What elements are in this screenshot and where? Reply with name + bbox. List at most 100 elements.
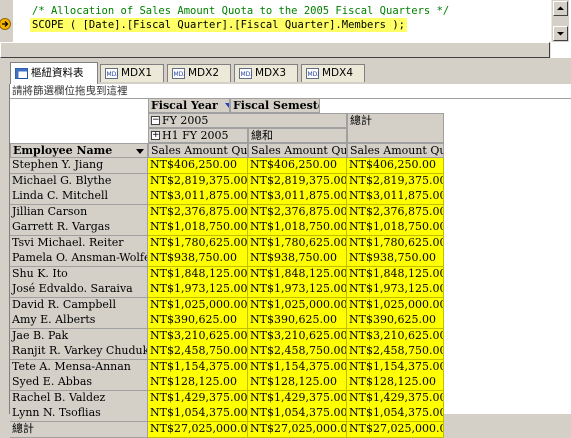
column-field-fiscal-year[interactable]: Fiscal Year (148, 98, 230, 113)
value-cell[interactable]: NT$3,210,625.00 (248, 329, 347, 345)
value-cell[interactable]: NT$2,819,375.00 (148, 174, 248, 190)
value-cell[interactable]: NT$1,780,625.00 (347, 236, 444, 252)
mdx-script-editor[interactable]: /* Allocation of Sales Amount Quota to t… (0, 0, 571, 59)
code-comment-line[interactable]: /* Allocation of Sales Amount Quota to t… (32, 4, 449, 18)
tab-mdx4[interactable]: MDX MDX4 (301, 64, 365, 82)
value-cell[interactable]: NT$128,125.00 (248, 375, 347, 391)
pivot-table: 請將篩選欄位拖曳到這裡 Fiscal Year Fiscal Semester … (9, 84, 571, 438)
employee-row-header[interactable]: Jillian Carson (10, 205, 148, 221)
value-cell[interactable]: NT$3,011,875.00 (148, 189, 248, 205)
value-cell[interactable]: NT$1,054,375.00 (148, 406, 248, 422)
value-cell[interactable]: NT$1,025,000.00 (248, 298, 347, 314)
value-cell[interactable]: NT$390,625.00 (347, 313, 444, 329)
value-cell[interactable]: NT$406,250.00 (347, 158, 444, 174)
scroll-up-button[interactable] (553, 1, 568, 16)
measure-header: Sales Amount Quota (248, 143, 347, 158)
value-cell[interactable]: NT$1,429,375.00 (347, 391, 444, 407)
dropdown-arrow-icon[interactable] (136, 149, 144, 155)
grand-total-row-header[interactable]: 總計 (10, 422, 148, 438)
employee-row-header[interactable]: Lynn N. Tsoflias (10, 406, 148, 422)
value-cell[interactable]: NT$1,054,375.00 (248, 406, 347, 422)
value-cell[interactable]: NT$1,780,625.00 (248, 236, 347, 252)
value-cell[interactable]: NT$1,154,375.00 (148, 360, 248, 376)
employee-row-header[interactable]: David R. Campbell (10, 298, 148, 314)
column-field-fiscal-semester[interactable]: Fiscal Semester (230, 98, 320, 113)
value-cell[interactable]: NT$128,125.00 (347, 375, 444, 391)
employee-row-header[interactable]: Tsvi Michael. Reiter (10, 236, 148, 252)
expand-icon[interactable]: + (151, 130, 160, 140)
value-cell[interactable]: NT$1,018,750.00 (248, 220, 347, 236)
field-label: Fiscal Year (151, 99, 218, 112)
value-cell[interactable]: NT$2,376,875.00 (347, 205, 444, 221)
employee-row-header[interactable]: Shu K. Ito (10, 267, 148, 283)
value-cell[interactable]: NT$1,973,125.00 (248, 282, 347, 298)
value-cell[interactable]: NT$1,154,375.00 (347, 360, 444, 376)
value-cell[interactable]: NT$1,848,125.00 (148, 267, 248, 283)
value-cell[interactable]: NT$1,848,125.00 (248, 267, 347, 283)
value-cell[interactable]: NT$1,848,125.00 (347, 267, 444, 283)
employee-row-header[interactable]: Tete A. Mensa-Annan (10, 360, 148, 376)
code-scope-line[interactable]: SCOPE ( [Date].[Fiscal Quarter].[Fiscal … (30, 18, 407, 32)
employee-row-header[interactable]: Amy E. Alberts (10, 313, 148, 329)
grand-total-value-cell[interactable]: NT$27,025,000.00 (148, 422, 248, 438)
value-cell[interactable]: NT$1,973,125.00 (347, 282, 444, 298)
row-field-employee-name[interactable]: Employee Name (10, 143, 148, 158)
value-cell[interactable]: NT$1,429,375.00 (148, 391, 248, 407)
value-cell[interactable]: NT$2,458,750.00 (248, 344, 347, 360)
grand-total-value-cell[interactable]: NT$27,025,000.00 (347, 422, 444, 438)
value-cell[interactable]: NT$1,018,750.00 (347, 220, 444, 236)
employee-row-header[interactable]: Garrett R. Vargas (10, 220, 148, 236)
value-cell[interactable]: NT$128,125.00 (148, 375, 248, 391)
value-cell[interactable]: NT$390,625.00 (148, 313, 248, 329)
value-cell[interactable]: NT$2,458,750.00 (347, 344, 444, 360)
value-cell[interactable]: NT$1,780,625.00 (148, 236, 248, 252)
value-cell[interactable]: NT$2,376,875.00 (148, 205, 248, 221)
filter-drop-zone[interactable]: 請將篩選欄位拖曳到這裡 (10, 84, 571, 99)
svg-text:MDX: MDX (241, 71, 253, 78)
value-cell[interactable]: NT$1,154,375.00 (248, 360, 347, 376)
employee-row-header[interactable]: Rachel B. Valdez (10, 391, 148, 407)
tab-mdx2[interactable]: MDX MDX2 (167, 64, 231, 82)
employee-row-header[interactable]: Ranjit R. Varkey Chudukatil (10, 344, 148, 360)
value-cell[interactable]: NT$2,376,875.00 (248, 205, 347, 221)
employee-row-header[interactable]: Pamela O. Ansman-Wolfe (10, 251, 148, 267)
scroll-down-button[interactable] (553, 26, 568, 41)
employee-row-header[interactable]: Syed E. Abbas (10, 375, 148, 391)
grand-total-value-cell[interactable]: NT$27,025,000.00 (248, 422, 347, 438)
value-cell[interactable]: NT$406,250.00 (248, 158, 347, 174)
employee-row-header[interactable]: Stephen Y. Jiang (10, 158, 148, 174)
value-cell[interactable]: NT$390,625.00 (248, 313, 347, 329)
value-cell[interactable]: NT$1,429,375.00 (248, 391, 347, 407)
value-cell[interactable]: NT$938,750.00 (347, 251, 444, 267)
editor-vertical-scrollbar[interactable] (551, 0, 569, 42)
tab-label: MDX4 (322, 67, 354, 79)
value-cell[interactable]: NT$3,011,875.00 (347, 189, 444, 205)
collapse-icon[interactable]: − (151, 115, 160, 125)
value-cell[interactable]: NT$3,210,625.00 (148, 329, 248, 345)
value-cell[interactable]: NT$2,458,750.00 (148, 344, 248, 360)
value-cell[interactable]: NT$3,011,875.00 (248, 189, 347, 205)
field-label: Employee Name (13, 144, 113, 157)
employee-row-header[interactable]: Linda C. Mitchell (10, 189, 148, 205)
value-cell[interactable]: NT$1,025,000.00 (148, 298, 248, 314)
value-cell[interactable]: NT$1,018,750.00 (148, 220, 248, 236)
value-cell[interactable]: NT$938,750.00 (148, 251, 248, 267)
employee-row-header[interactable]: Michael G. Blythe (10, 174, 148, 190)
tab-pivot-table[interactable]: 樞紐資料表 (10, 62, 98, 84)
value-cell[interactable]: NT$1,054,375.00 (347, 406, 444, 422)
value-cell[interactable]: NT$2,819,375.00 (248, 174, 347, 190)
value-cell[interactable]: NT$1,025,000.00 (347, 298, 444, 314)
value-cell[interactable]: NT$2,819,375.00 (347, 174, 444, 190)
column-member-h1-fy2005[interactable]: + H1 FY 2005 (148, 128, 248, 143)
value-cell[interactable]: NT$406,250.00 (148, 158, 248, 174)
employee-row-header[interactable]: José Edvaldo. Saraiva (10, 282, 148, 298)
value-cell[interactable]: NT$3,210,625.00 (347, 329, 444, 345)
mdx-query-icon: MDX (172, 68, 185, 79)
horizontal-scroll-thumb[interactable] (0, 42, 550, 58)
column-member-fy2005[interactable]: − FY 2005 (148, 113, 347, 128)
tab-mdx1[interactable]: MDX MDX1 (100, 64, 164, 82)
value-cell[interactable]: NT$938,750.00 (248, 251, 347, 267)
value-cell[interactable]: NT$1,973,125.00 (148, 282, 248, 298)
employee-row-header[interactable]: Jae B. Pak (10, 329, 148, 345)
tab-mdx3[interactable]: MDX MDX3 (234, 64, 298, 82)
